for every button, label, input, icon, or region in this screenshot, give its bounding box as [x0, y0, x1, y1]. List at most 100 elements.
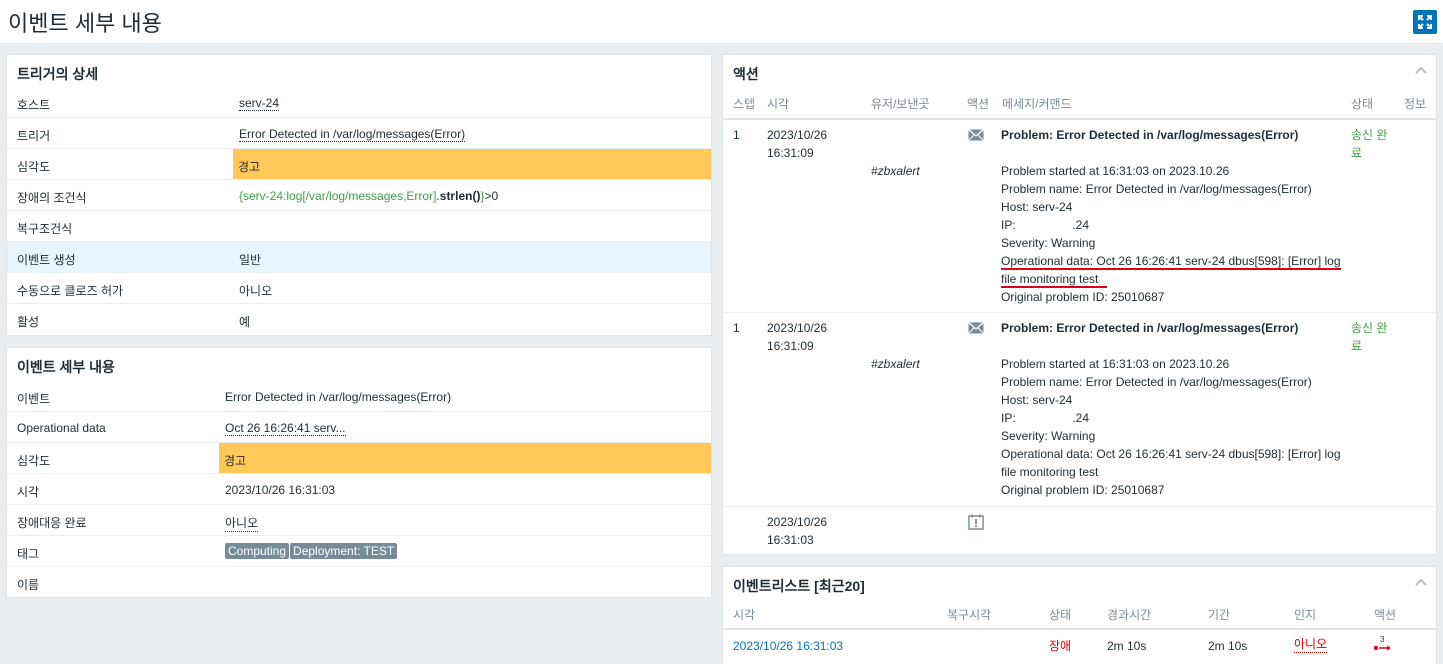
- event-details-widget: 이벤트 세부 내용 이벤트 Error Detected in /var/log…: [6, 347, 712, 598]
- highlight-underline: [1001, 268, 1341, 270]
- time-value: 16:31:03: [767, 533, 814, 547]
- column-message: 메세지/커맨드: [1002, 97, 1072, 111]
- tag-badge[interactable]: Deployment: TEST: [290, 543, 398, 559]
- actions-widget: 액션 스텝 시각 유저/보낸곳 액션 메세지/커맨드 상태 정보 1 2023/…: [722, 54, 1437, 555]
- message-subject: Problem: Error Detected in /var/log/mess…: [1001, 128, 1299, 142]
- event-severity-cell: 경고: [219, 443, 711, 473]
- message-line: Original problem ID: 25010687: [1001, 290, 1165, 304]
- date-value: 2023/10/26: [767, 515, 828, 529]
- problem-created-icon: [968, 514, 984, 530]
- highlight-underline: [1001, 286, 1107, 288]
- trigger-link[interactable]: Error Detected in /var/log/messages(Erro…: [239, 127, 466, 142]
- manual-close-label: 수동으로 클로즈 허가: [17, 284, 124, 298]
- column-action: 액션: [967, 97, 990, 111]
- message-block: Problem: Error Detected in /var/log/mess…: [1001, 319, 1351, 499]
- message-line: Host: serv-24: [1001, 200, 1073, 214]
- action-arrow-icon[interactable]: [1373, 644, 1393, 652]
- severity-label: 심각도: [17, 160, 51, 174]
- column-info: 정보: [1404, 97, 1427, 111]
- header-divider: [723, 628, 1436, 630]
- event-list-widget: 이벤트리스트 [최근20] 시각 복구시각 상태 경과시간 기간 인지 액션 2…: [722, 566, 1437, 664]
- collapse-icon[interactable]: [1414, 575, 1428, 589]
- time-value: 16:31:09: [767, 146, 814, 160]
- step-value: 1: [733, 128, 740, 142]
- event-severity-value: 경고: [224, 454, 247, 468]
- enabled-value: 예: [239, 315, 251, 329]
- column-age: 경과시간: [1107, 608, 1152, 622]
- message-line: IP: .24: [1001, 411, 1090, 425]
- message-line: file monitoring test: [1001, 272, 1099, 286]
- severity-row: 심각도 경고: [7, 149, 711, 180]
- column-status: 상태: [1049, 608, 1072, 622]
- widget-title: 이벤트 세부 내용: [17, 359, 115, 375]
- message-line: Operational data: Oct 26 16:26:41 serv-2…: [1001, 447, 1341, 461]
- recovery-expression-label: 복구조건식: [17, 222, 73, 236]
- event-time-link[interactable]: 2023/10/26 16:31:03: [733, 637, 843, 655]
- column-time: 시각: [733, 608, 756, 622]
- tag-badge[interactable]: Computing: [225, 543, 290, 559]
- status-value: 장애: [1049, 639, 1072, 653]
- time-value: 16:31:09: [767, 339, 814, 353]
- operational-data-link[interactable]: Oct 26 16:26:41 serv...: [225, 421, 346, 436]
- event-generation-label: 이벤트 생성: [17, 253, 76, 267]
- column-duration: 기간: [1208, 608, 1231, 622]
- enabled-row: 활성 예: [7, 304, 711, 335]
- message-line: Problem name: Error Detected in /var/log…: [1001, 375, 1312, 389]
- message-line: IP: .24: [1001, 218, 1090, 232]
- event-label: 이벤트: [17, 392, 51, 406]
- status-value: 송신 완료: [1351, 321, 1388, 353]
- message-line: Problem started at 16:31:03 on 2023.10.2…: [1001, 164, 1230, 178]
- widget-title: 트리거의 상세: [17, 66, 99, 82]
- event-time-label: 시각: [17, 485, 40, 499]
- status-value: 송신 완료: [1351, 128, 1388, 160]
- page-header: 이벤트 세부 내용: [0, 0, 1443, 44]
- column-user: 유저/보낸곳: [871, 97, 930, 111]
- event-row: 이벤트 Error Detected in /var/log/messages(…: [7, 381, 711, 412]
- duration-value: 2m 10s: [1208, 639, 1248, 653]
- message-line: Problem name: Error Detected in /var/log…: [1001, 182, 1312, 196]
- trigger-row: 트리거 Error Detected in /var/log/messages(…: [7, 118, 711, 149]
- severity-cell: 경고: [233, 149, 711, 179]
- host-row: 호스트 serv-24: [7, 87, 711, 118]
- manual-close-row: 수동으로 클로즈 허가 아니오: [7, 273, 711, 304]
- expression-item: {serv-24:log[/var/log/messages,Error]: [239, 189, 437, 203]
- event-severity-row: 심각도 경고: [7, 443, 711, 474]
- host-label: 호스트: [17, 98, 51, 112]
- collapse-icon[interactable]: [1414, 63, 1428, 77]
- problem-expression: {serv-24:log[/var/log/messages,Error].st…: [239, 189, 498, 203]
- manual-close-value: 아니오: [239, 284, 273, 298]
- recovery-expression-row: 복구조건식: [7, 211, 711, 242]
- message-line: Problem started at 16:31:03 on 2023.10.2…: [1001, 357, 1230, 371]
- step-value: 1: [733, 321, 740, 335]
- operational-data-label: Operational data: [17, 421, 106, 435]
- host-link[interactable]: serv-24: [239, 96, 280, 111]
- operational-data-row: Operational data Oct 26 16:26:41 serv...: [7, 412, 711, 443]
- fullscreen-icon: [1418, 15, 1432, 29]
- expression-function: strlen(): [439, 189, 481, 203]
- page-title: 이벤트 세부 내용: [8, 11, 162, 36]
- problem-expression-row: 장애의 조건식 {serv-24:log[/var/log/messages,E…: [7, 180, 711, 211]
- message-line: Operational data: Oct 26 16:26:41 serv-2…: [1001, 254, 1341, 268]
- column-status: 상태: [1351, 97, 1374, 111]
- message-line: file monitoring test: [1001, 465, 1099, 479]
- message-line: Severity: Warning: [1001, 429, 1096, 443]
- widget-title: 이벤트리스트 [최근20]: [733, 578, 865, 594]
- trigger-label: 트리거: [17, 129, 51, 143]
- message-line: Severity: Warning: [1001, 236, 1096, 250]
- acknowledge-link[interactable]: 아니오: [225, 514, 259, 532]
- expression-compare: >0: [484, 189, 499, 203]
- enabled-label: 활성: [17, 315, 40, 329]
- event-generation-value: 일반: [239, 253, 262, 267]
- envelope-icon: [968, 129, 984, 141]
- kiosk-mode-button[interactable]: [1413, 10, 1437, 34]
- acknowledge-link[interactable]: 아니오: [1294, 637, 1328, 653]
- column-actions: 액션: [1374, 608, 1397, 622]
- tags-label: 태그: [17, 547, 40, 561]
- column-time: 시각: [767, 97, 790, 111]
- row-divider: [723, 312, 1436, 313]
- name-row: 이름: [7, 567, 711, 598]
- tags-list: Computing Deployment: TEST: [225, 543, 398, 559]
- date-value: 2023/10/26: [767, 321, 828, 335]
- age-value: 2m 10s: [1107, 639, 1147, 653]
- date-value: 2023/10/26: [767, 128, 828, 142]
